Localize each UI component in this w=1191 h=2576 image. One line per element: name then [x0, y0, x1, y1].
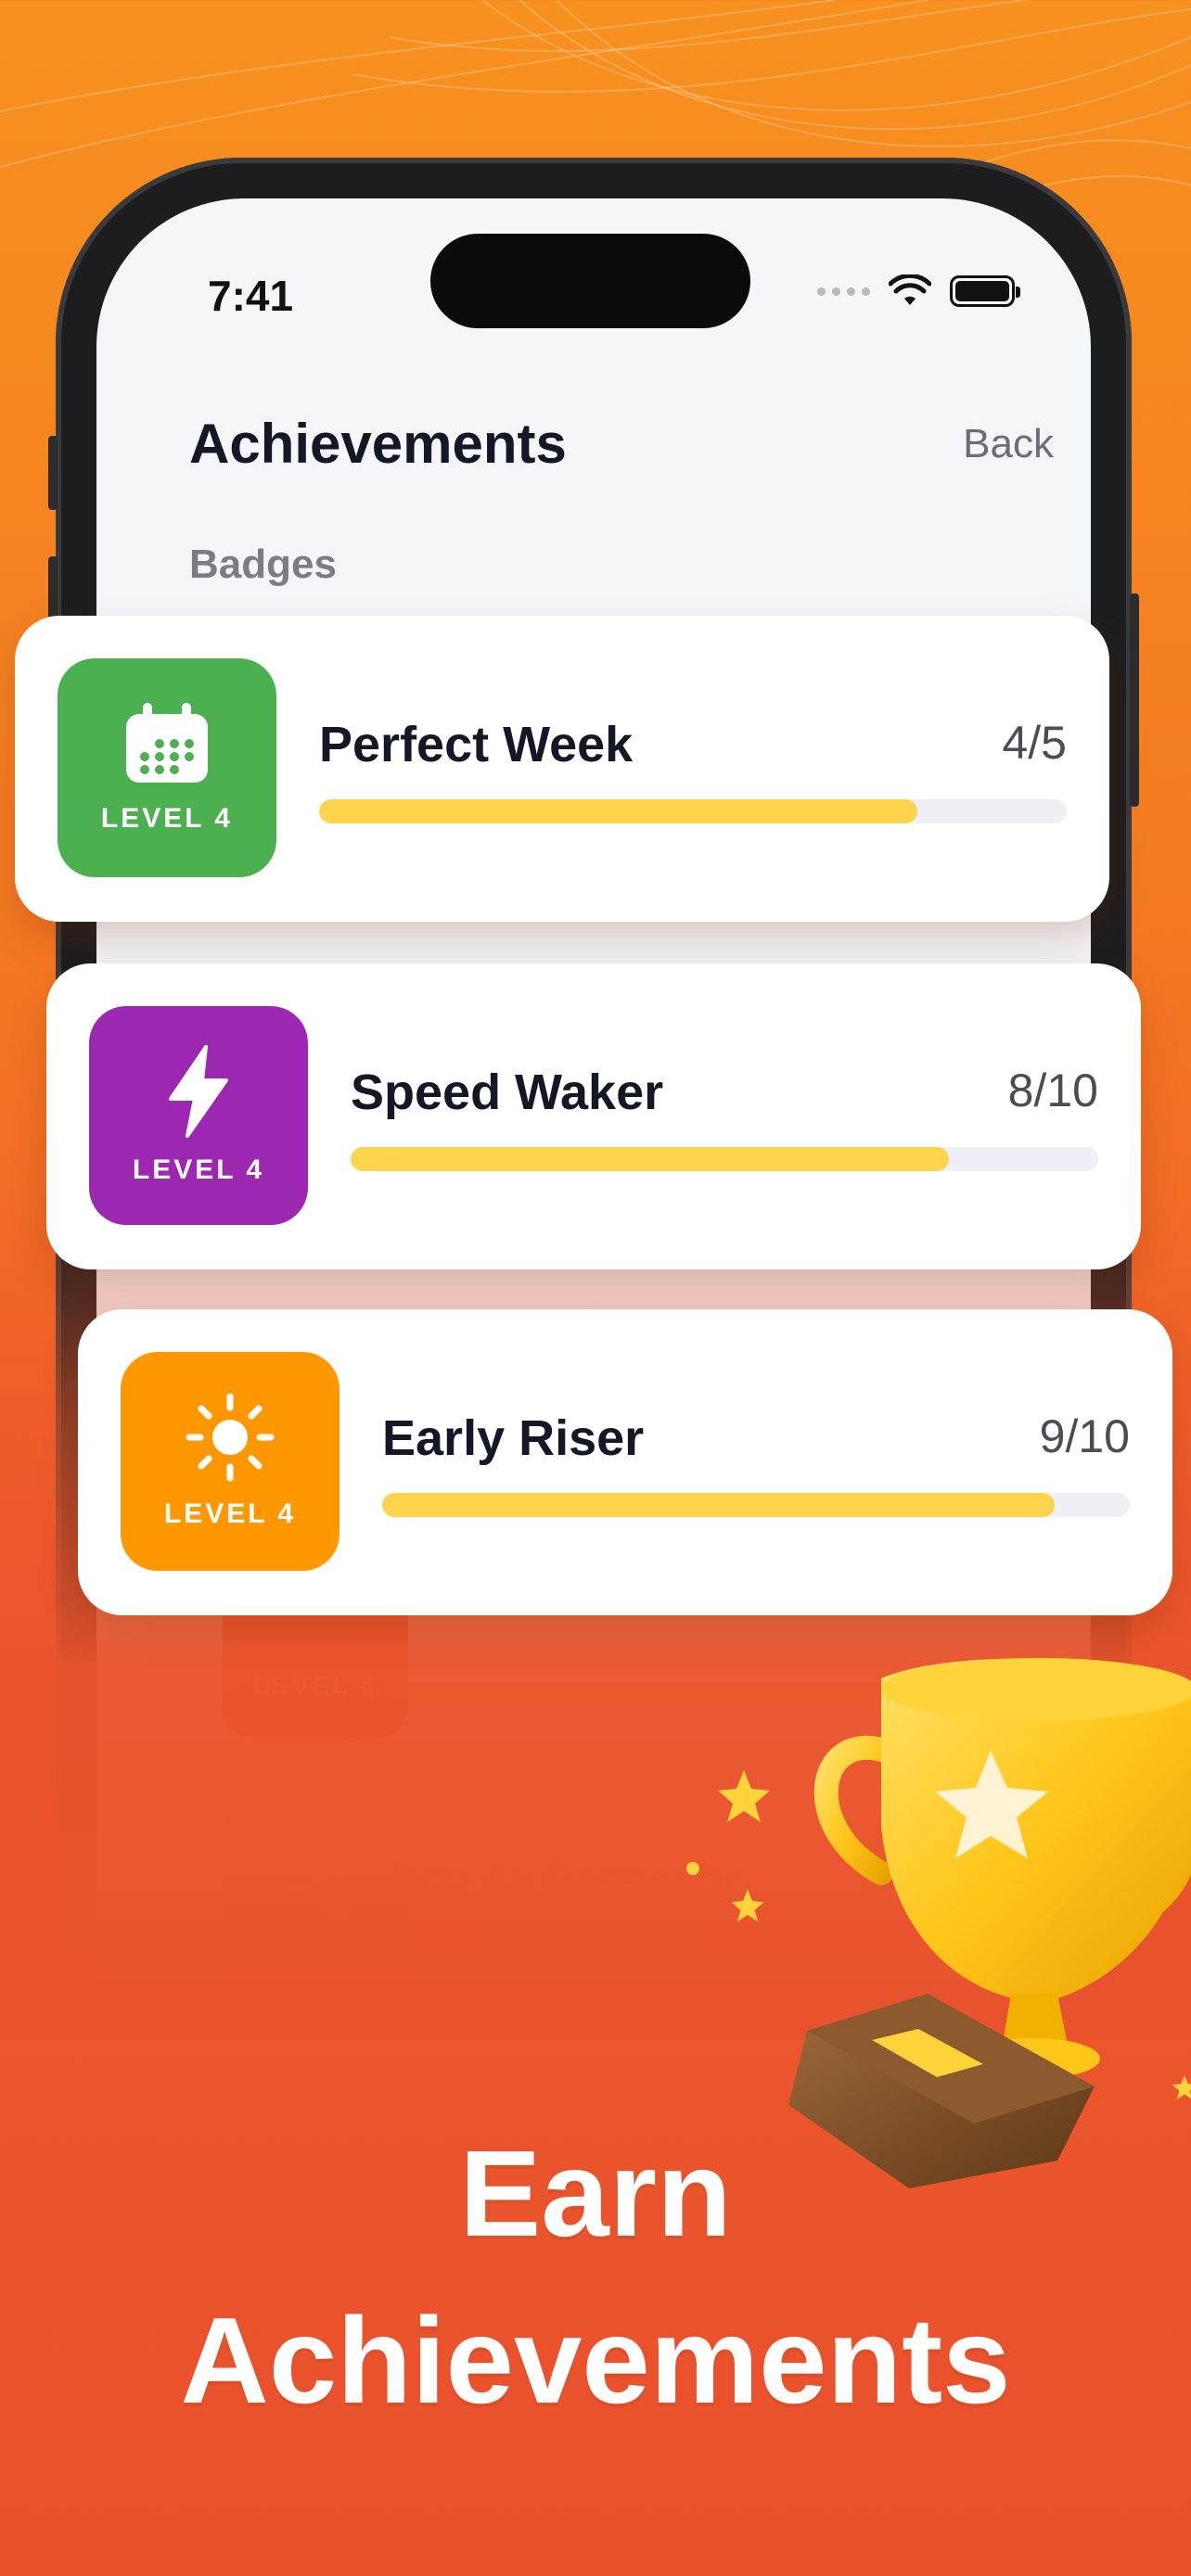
background-badge-share — [223, 1803, 408, 1988]
background-badge-count: 5/ — [857, 1855, 893, 1903]
status-time: 7:41 — [208, 272, 294, 320]
wifi-icon — [889, 274, 931, 305]
badge-card-perfect-week[interactable]: LEVEL 4 Perfect Week 4/5 — [15, 616, 1109, 922]
badge-tile: LEVEL 4 — [89, 1006, 308, 1225]
sparkle-dot-icon — [686, 1862, 699, 1875]
section-label-badges: Badges — [189, 542, 337, 587]
badge-progress-bar — [351, 1147, 1098, 1171]
badge-level: LEVEL 4 — [100, 803, 234, 834]
calendar-icon — [126, 703, 208, 783]
phone-side-button — [48, 436, 58, 510]
badge-tile: LEVEL 4 — [121, 1352, 339, 1571]
badge-progress-count: 8/10 — [1007, 1065, 1098, 1116]
badge-level: LEVEL 4 — [132, 1154, 265, 1185]
badge-name: Speed Waker — [351, 1065, 664, 1120]
background-progress-bar — [388, 1682, 893, 1701]
badge-tile: LEVEL 4 — [58, 658, 276, 877]
badge-name: Perfect Week — [319, 717, 634, 772]
background-badge-level: LEVEL 4 — [252, 1671, 378, 1700]
sparkle-star-icon — [718, 1770, 770, 1822]
badge-progress-bar — [319, 799, 1067, 823]
page-title: Achievements — [189, 413, 567, 475]
badge-progress-count: 4/5 — [1002, 717, 1067, 769]
badge-level: LEVEL 4 — [163, 1498, 297, 1529]
share-icon — [283, 1856, 348, 1925]
progress-fill — [319, 799, 917, 823]
back-button[interactable]: Back — [963, 421, 1054, 467]
sparkle-star-icon — [731, 1889, 764, 1922]
status-icons — [817, 274, 1020, 308]
lightning-icon — [169, 1045, 228, 1138]
progress-fill — [382, 1493, 1056, 1517]
badge-card-speed-waker[interactable]: LEVEL 4 Speed Waker 8/10 — [46, 963, 1141, 1269]
sun-icon — [186, 1393, 275, 1482]
dynamic-island — [430, 234, 750, 328]
background-badge-name: App Ambassador — [388, 1855, 740, 1903]
badge-progress-count: 9/10 — [1039, 1410, 1130, 1462]
sparkle-star-icon — [1172, 2074, 1191, 2100]
headline-line-2: Achievements — [180, 2292, 1011, 2429]
badge-card-early-riser[interactable]: LEVEL 4 Early Riser 9/10 — [78, 1309, 1172, 1615]
phone-power-button — [1130, 593, 1139, 807]
headline-line-1: Earn — [459, 2125, 732, 2262]
badge-name: Early Riser — [382, 1410, 645, 1466]
signal-dots-icon — [817, 287, 870, 296]
badge-progress-bar — [382, 1493, 1130, 1517]
battery-icon — [950, 275, 1020, 307]
progress-fill — [351, 1147, 949, 1171]
